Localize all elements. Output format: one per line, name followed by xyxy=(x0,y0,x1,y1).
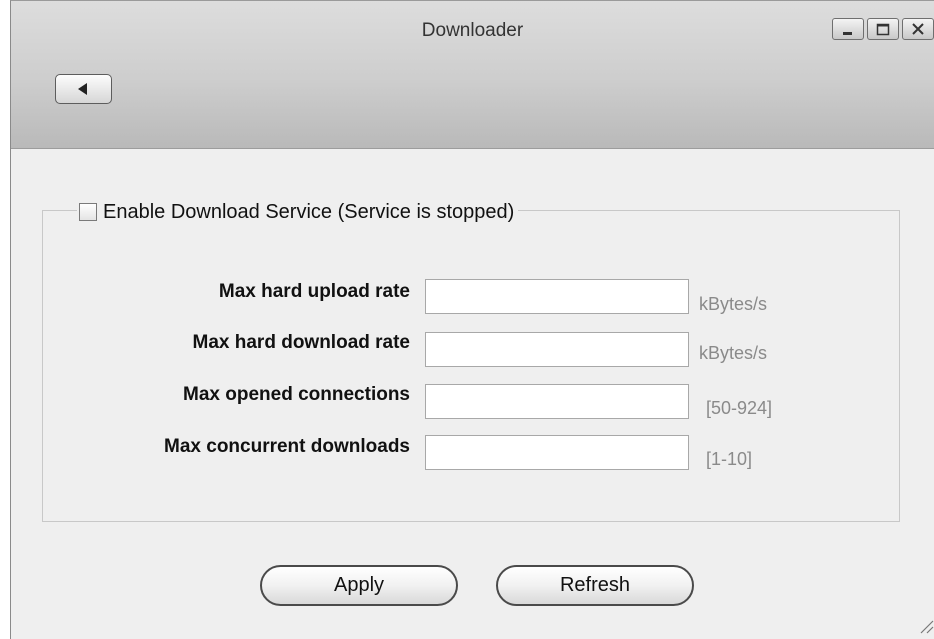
concurrent-downloads-label: Max concurrent downloads xyxy=(164,436,410,457)
enable-service-toggle[interactable]: Enable Download Service (Service is stop… xyxy=(77,199,519,225)
maximize-icon xyxy=(876,23,890,36)
window-controls xyxy=(832,18,934,40)
concurrent-downloads-unit: [1-10] xyxy=(706,449,753,469)
opened-connections-unit: [50-924] xyxy=(706,398,773,418)
close-icon xyxy=(912,23,924,35)
refresh-button[interactable]: Refresh xyxy=(496,565,694,606)
upload-rate-label: Max hard upload rate xyxy=(218,281,410,302)
download-rate-unit: kBytes/s xyxy=(699,343,768,363)
close-button[interactable] xyxy=(902,18,934,40)
maximize-button[interactable] xyxy=(867,18,899,40)
resize-grip-icon xyxy=(920,620,934,634)
upload-rate-unit: kBytes/s xyxy=(699,294,768,314)
resize-grip[interactable] xyxy=(912,612,934,639)
window-title: Downloader xyxy=(421,20,524,41)
window-header: Downloader xyxy=(11,1,934,149)
apply-button[interactable]: Apply xyxy=(260,565,458,606)
back-button[interactable] xyxy=(55,74,112,104)
download-rate-label: Max hard download rate xyxy=(192,332,410,353)
upload-rate-input[interactable] xyxy=(425,279,689,314)
concurrent-downloads-input[interactable] xyxy=(425,435,689,470)
download-rate-input[interactable] xyxy=(425,332,689,367)
opened-connections-label: Max opened connections xyxy=(183,384,410,405)
triangle-left-icon xyxy=(78,83,87,95)
enable-service-checkbox[interactable] xyxy=(79,203,97,221)
minimize-icon xyxy=(843,32,852,35)
minimize-button[interactable] xyxy=(832,18,864,40)
enable-service-label[interactable]: Enable Download Service (Service is stop… xyxy=(103,201,514,224)
opened-connections-input[interactable] xyxy=(425,384,689,419)
